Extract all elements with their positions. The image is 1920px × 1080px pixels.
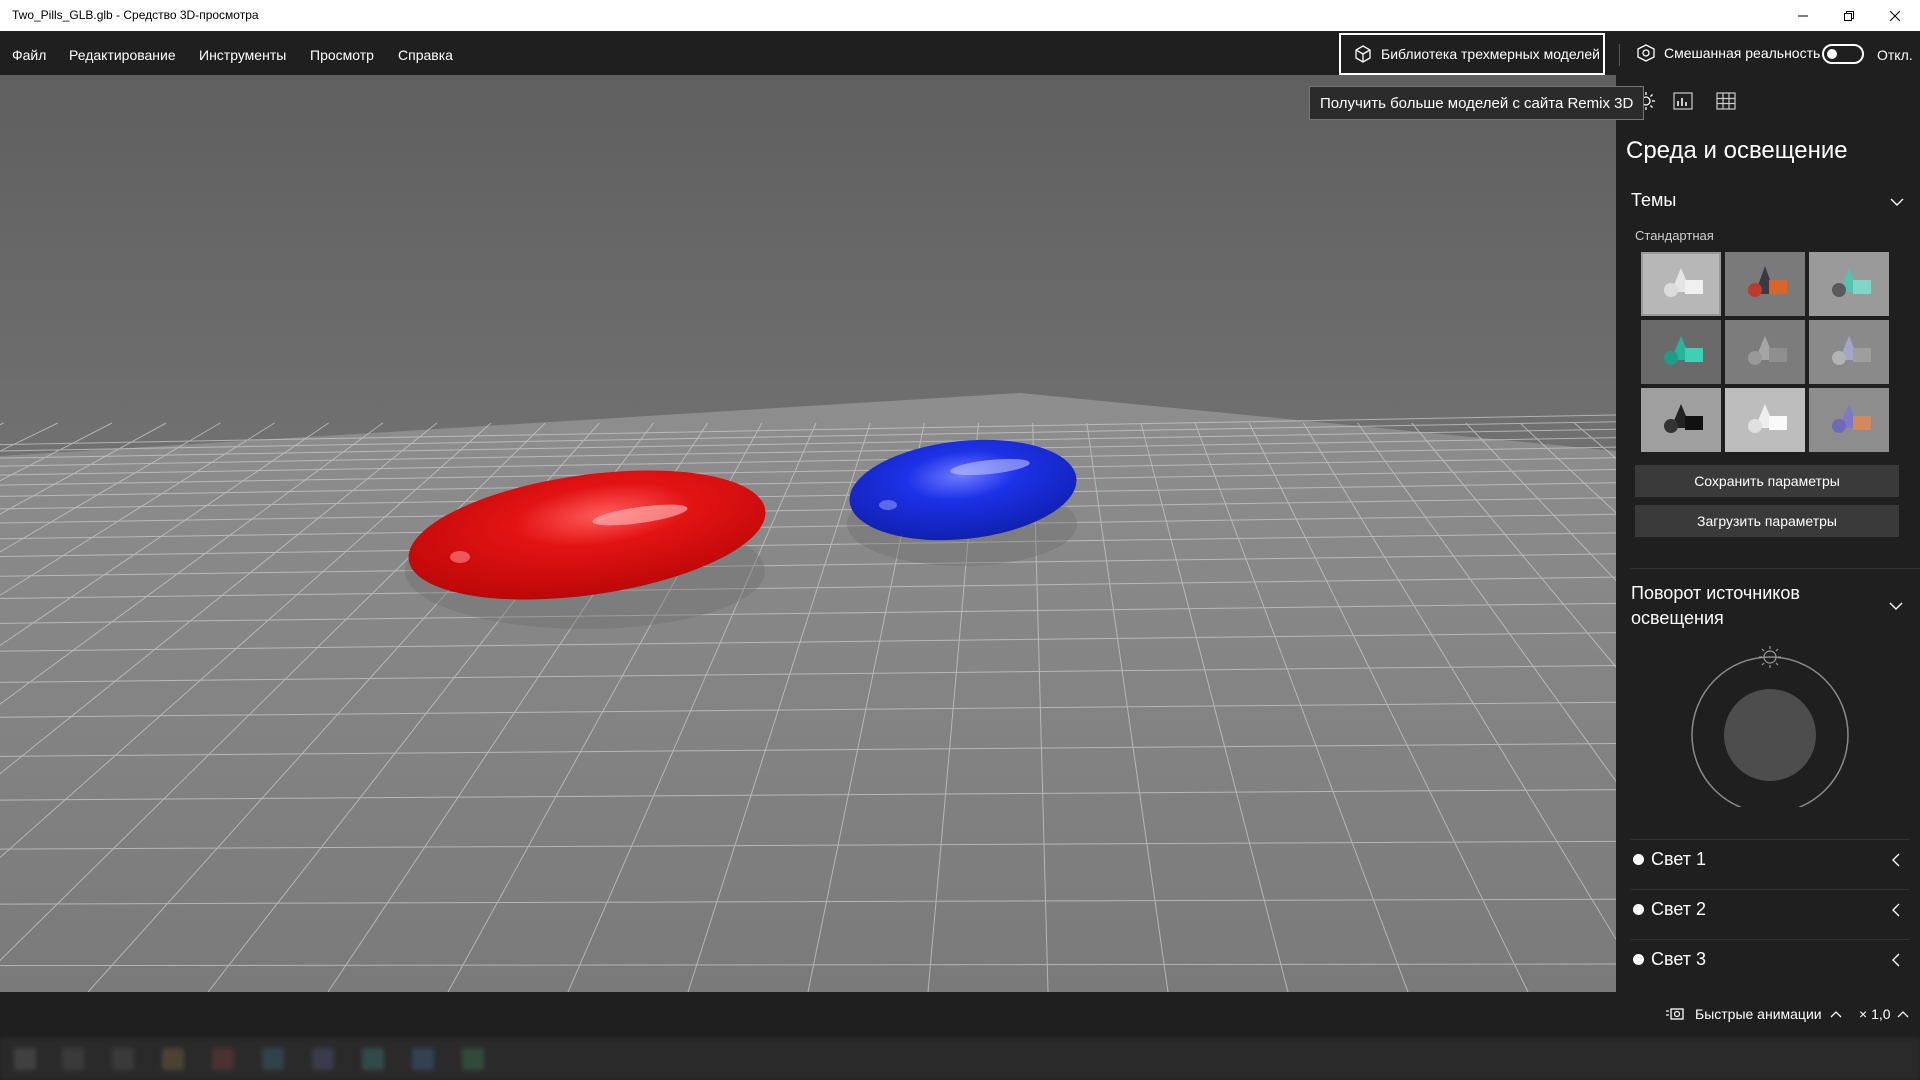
theme-thumbnail[interactable] bbox=[1809, 320, 1889, 384]
chevron-left-icon[interactable] bbox=[1889, 952, 1903, 968]
stats-chart-icon bbox=[1673, 92, 1693, 110]
theme-thumbnail[interactable] bbox=[1725, 252, 1805, 316]
taskbar-icon bbox=[162, 1048, 184, 1070]
light-color-dot bbox=[1633, 854, 1644, 865]
quick-animations-label: Быстрые анимации bbox=[1695, 1006, 1822, 1022]
title-bar: Two_Pills_GLB.glb - Средство 3D-просмотр… bbox=[0, 0, 1920, 31]
quick-animations-button[interactable]: Быстрые анимации bbox=[1665, 1006, 1842, 1022]
3d-viewport[interactable] bbox=[0, 75, 1616, 992]
status-bar bbox=[0, 992, 1920, 1038]
animation-icon bbox=[1666, 1008, 1684, 1020]
chevron-left-icon[interactable] bbox=[1889, 902, 1903, 918]
theme-thumbnail[interactable] bbox=[1641, 388, 1721, 452]
light-2-label: Свет 2 bbox=[1651, 899, 1707, 919]
remix3d-tooltip: Получить больше моделей с сайта Remix 3D bbox=[1309, 86, 1645, 120]
taskbar-icon bbox=[212, 1048, 234, 1070]
restore-icon bbox=[1844, 10, 1854, 21]
themes-group-label: Стандартная bbox=[1635, 228, 1714, 243]
taskbar-icon bbox=[412, 1048, 434, 1070]
chevron-up-icon bbox=[1830, 1011, 1842, 1018]
scene-canvas bbox=[0, 75, 1616, 992]
panel-title: Среда и освещение bbox=[1626, 137, 1848, 164]
window-title: Two_Pills_GLB.glb - Средство 3D-просмотр… bbox=[12, 8, 259, 22]
chevron-up-icon bbox=[1897, 1011, 1908, 1018]
theme-thumbnail[interactable] bbox=[1809, 252, 1889, 316]
themes-grid bbox=[1641, 252, 1889, 452]
light-1-row[interactable]: Свет 1 bbox=[1631, 839, 1909, 889]
menu-help[interactable]: Справка bbox=[398, 47, 453, 63]
theme-thumbnail[interactable] bbox=[1809, 388, 1889, 452]
taskbar-icon bbox=[112, 1048, 134, 1070]
speed-button[interactable]: × 1,0 bbox=[1859, 1006, 1909, 1022]
taskbar-icon bbox=[462, 1048, 484, 1070]
light-3-row[interactable]: Свет 3 bbox=[1631, 939, 1909, 989]
minimize-button[interactable] bbox=[1780, 0, 1826, 31]
tab-stats[interactable] bbox=[1671, 89, 1695, 113]
grid-icon bbox=[1716, 92, 1736, 110]
menu-file[interactable]: Файл bbox=[12, 47, 46, 63]
light-3-label: Свет 3 bbox=[1651, 949, 1707, 969]
save-settings-button[interactable]: Сохранить параметры bbox=[1635, 465, 1899, 497]
chevron-down-icon[interactable] bbox=[1889, 194, 1905, 210]
3d-library-label: Библиотека трехмерных моделей bbox=[1381, 46, 1600, 62]
theme-thumbnail[interactable] bbox=[1725, 320, 1805, 384]
mixed-reality-button[interactable]: Смешанная реальность bbox=[1636, 44, 1820, 62]
taskbar bbox=[0, 1038, 1920, 1080]
toggle-knob bbox=[1827, 49, 1837, 59]
mixed-reality-state: Откл. bbox=[1877, 47, 1913, 63]
load-settings-button[interactable]: Загрузить параметры bbox=[1635, 505, 1899, 537]
taskbar-icon bbox=[312, 1048, 334, 1070]
mixed-reality-label: Смешанная реальность bbox=[1664, 45, 1821, 61]
light-rotation-header-line2: освещения bbox=[1631, 608, 1724, 628]
chevron-left-icon[interactable] bbox=[1889, 852, 1903, 868]
menu-separator bbox=[1619, 44, 1620, 66]
light-color-dot bbox=[1633, 904, 1644, 915]
light-2-row[interactable]: Свет 2 bbox=[1631, 889, 1909, 939]
light-1-label: Свет 1 bbox=[1651, 849, 1707, 869]
theme-thumbnail[interactable] bbox=[1725, 388, 1805, 452]
restore-button[interactable] bbox=[1826, 0, 1872, 31]
taskbar-icon bbox=[262, 1048, 284, 1070]
close-icon bbox=[1890, 10, 1900, 21]
minimize-icon bbox=[1798, 15, 1808, 16]
menu-edit[interactable]: Редактирование bbox=[69, 47, 176, 63]
cube-icon bbox=[1355, 45, 1371, 63]
speed-label: × 1,0 bbox=[1859, 1006, 1891, 1022]
tab-grid[interactable] bbox=[1714, 89, 1738, 113]
menu-view[interactable]: Просмотр bbox=[310, 47, 374, 63]
taskbar-icon bbox=[362, 1048, 384, 1070]
mixed-reality-icon bbox=[1637, 44, 1655, 62]
close-button[interactable] bbox=[1872, 0, 1918, 31]
themes-header[interactable]: Темы bbox=[1631, 190, 1676, 211]
light-rotation-header-line1: Поворот источников bbox=[1631, 583, 1800, 603]
chevron-down-icon[interactable] bbox=[1888, 598, 1904, 614]
mixed-reality-toggle[interactable] bbox=[1822, 44, 1864, 64]
theme-thumbnail[interactable] bbox=[1641, 320, 1721, 384]
side-panel: Среда и освещение Темы Стандартная Сохра… bbox=[1616, 75, 1920, 992]
3d-library-button[interactable]: Библиотека трехмерных моделей bbox=[1339, 33, 1605, 75]
section-divider bbox=[1631, 568, 1920, 569]
menu-tools[interactable]: Инструменты bbox=[199, 47, 286, 63]
taskbar-icon bbox=[14, 1048, 36, 1070]
taskbar-icon bbox=[62, 1048, 84, 1070]
light-rotation-header[interactable]: Поворот источников освещения bbox=[1631, 581, 1800, 631]
light-color-dot bbox=[1633, 954, 1644, 965]
light-rotation-dial[interactable] bbox=[1688, 643, 1852, 807]
menu-bar: Файл Редактирование Инструменты Просмотр… bbox=[0, 31, 1920, 75]
theme-thumbnail[interactable] bbox=[1641, 252, 1721, 316]
